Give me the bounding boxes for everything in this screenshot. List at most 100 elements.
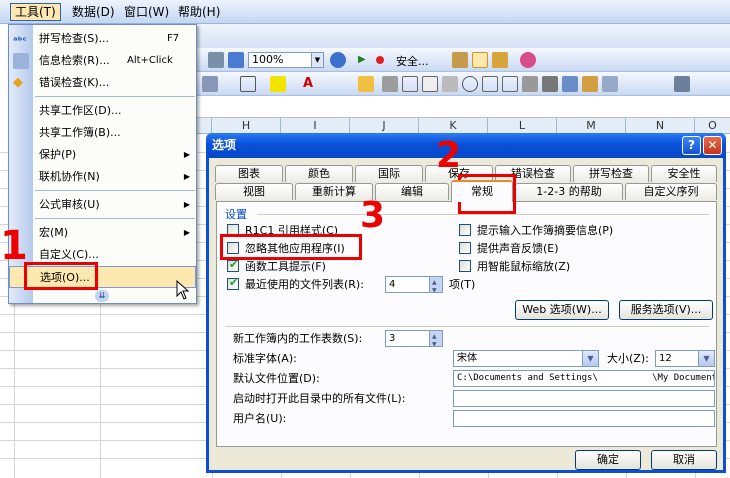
column-header-j[interactable]: J: [350, 118, 419, 134]
default-path-input[interactable]: C:\Documents and Settings\ \My Documents: [453, 370, 715, 387]
checkbox-control-icon[interactable]: [382, 76, 398, 92]
column-header-h[interactable]: H: [212, 118, 281, 134]
control-toolbox-icon[interactable]: [452, 52, 468, 68]
drawing-icon[interactable]: [228, 52, 244, 68]
scrollbar-control-icon[interactable]: [522, 76, 538, 92]
spinner-icon[interactable]: [429, 331, 442, 346]
menu-help[interactable]: 帮助(H): [174, 4, 224, 20]
option-control-icon[interactable]: [462, 76, 478, 92]
combobox-control-icon[interactable]: [502, 76, 518, 92]
menu-item-protection[interactable]: 保护(P) ▶: [9, 144, 196, 166]
zoom-value: 100%: [252, 53, 284, 66]
prompt-summary-checkbox[interactable]: [459, 224, 471, 236]
menu-window[interactable]: 窗口(W): [120, 4, 173, 20]
fill-color-icon[interactable]: [270, 76, 286, 92]
tab-lotus-help[interactable]: 1-2-3 的帮助: [515, 183, 623, 200]
sound-feedback-checkbox[interactable]: [459, 242, 471, 254]
recent-files-count[interactable]: 4: [385, 276, 443, 293]
recent-files-checkbox[interactable]: [227, 276, 239, 290]
label-control-icon[interactable]: [402, 76, 418, 92]
menu-item-label: 联机协作(N): [39, 170, 100, 183]
expand-menu-icon[interactable]: ⇊: [95, 290, 109, 302]
dialog-title: 选项: [212, 138, 237, 152]
security-button[interactable]: 安全...: [396, 53, 429, 69]
menu-item-shortcut: Alt+Click: [127, 55, 173, 66]
intellimouse-zoom-checkbox[interactable]: [459, 260, 471, 272]
column-header-i[interactable]: I: [281, 118, 350, 134]
column-header-o[interactable]: O: [695, 118, 730, 134]
menu-item-shared-workspace[interactable]: 共享工作区(D)...: [9, 100, 196, 122]
column-header-n[interactable]: N: [626, 118, 695, 134]
default-path-label: 默认文件位置(D):: [233, 372, 320, 385]
function-tooltips-checkbox[interactable]: [227, 258, 239, 272]
record-icon[interactable]: [376, 56, 384, 64]
tab-custom-lists[interactable]: 自定义序列: [625, 183, 717, 200]
chart-icon[interactable]: [208, 52, 224, 68]
button-control-icon[interactable]: [442, 76, 458, 92]
highlight-box-ignore-other-apps: [220, 234, 362, 260]
tab-color[interactable]: 颜色: [285, 165, 353, 182]
play-icon[interactable]: ▶: [358, 52, 374, 68]
menu-item-research[interactable]: 信息检索(R)... Alt+Click: [9, 50, 196, 72]
spinner-control-icon[interactable]: [542, 76, 558, 92]
properties-icon[interactable]: [562, 76, 578, 92]
close-icon[interactable]: ✕: [703, 136, 722, 155]
service-options-button[interactable]: 服务选项(V)...: [619, 300, 713, 320]
menu-item-formula-auditing[interactable]: 公式审核(U) ▶: [9, 194, 196, 216]
tab-view[interactable]: 视图: [215, 183, 293, 200]
menu-data[interactable]: 数据(D): [68, 4, 119, 20]
chevron-down-icon: ▼: [311, 53, 323, 67]
zoom-select[interactable]: 100% ▼: [248, 52, 324, 68]
standard-font-value: 宋体: [457, 353, 477, 364]
menu-item-error-check[interactable]: ◆ 错误检查(K)...: [9, 72, 196, 94]
more-controls-icon[interactable]: [674, 76, 690, 92]
tab-spelling[interactable]: 拼写检查: [573, 165, 649, 182]
ok-button[interactable]: 确定: [575, 450, 641, 470]
formula-bar[interactable]: [196, 96, 730, 118]
column-header-l[interactable]: L: [488, 118, 557, 134]
listbox-control-icon[interactable]: [482, 76, 498, 92]
menu-item-online-collaboration[interactable]: 联机协作(N) ▶: [9, 166, 196, 188]
username-input[interactable]: [453, 410, 715, 427]
web-options-button[interactable]: Web 选项(W)...: [515, 300, 609, 320]
font-size-label: 大小(Z):: [607, 352, 649, 365]
column-header-k[interactable]: K: [419, 118, 488, 134]
pencil-icon[interactable]: [358, 76, 374, 92]
menu-bar: 工具(T) 数据(D) 窗口(W) 帮助(H): [0, 0, 730, 24]
help-icon[interactable]: ?: [682, 136, 701, 155]
menu-item-spelling[interactable]: ᵃᵇᶜ 拼写检查(S)... F7: [9, 28, 196, 50]
menu-item-macro[interactable]: 宏(M) ▶: [9, 222, 196, 244]
borders-icon[interactable]: [240, 76, 256, 92]
menu-item-label: 宏(M): [39, 226, 69, 239]
function-tooltips-label: 函数工具提示(F): [245, 260, 326, 273]
sheets-count-input[interactable]: 3: [385, 330, 443, 347]
formatting-toolbar: A: [196, 72, 730, 96]
menu-tools[interactable]: 工具(T): [10, 3, 61, 21]
groupbox-control-icon[interactable]: [422, 76, 438, 92]
tab-international[interactable]: 国际: [355, 165, 423, 182]
design-mode-icon[interactable]: [492, 52, 508, 68]
indent-icon[interactable]: [202, 76, 218, 92]
submenu-arrow-icon: ▶: [183, 228, 190, 237]
grid-line: [100, 304, 101, 478]
tab-general[interactable]: 常规: [451, 180, 513, 202]
view-code-icon[interactable]: [582, 76, 598, 92]
glasses-icon[interactable]: [520, 52, 536, 68]
standard-font-select[interactable]: 宋体 ▼: [453, 350, 599, 367]
menu-item-share-workbook[interactable]: 共享工作簿(B)...: [9, 122, 196, 144]
error-check-icon: ◆: [13, 75, 23, 90]
help-icon[interactable]: [330, 52, 346, 68]
spinner-icon[interactable]: [429, 277, 442, 292]
tab-chart[interactable]: 图表: [215, 165, 283, 182]
startup-folder-input[interactable]: [453, 390, 715, 407]
font-color-icon[interactable]: A: [300, 76, 316, 92]
annotation-number-1: 1: [0, 223, 28, 269]
sound-feedback-label: 提供声音反馈(E): [477, 242, 559, 255]
tab-security[interactable]: 安全性: [651, 165, 717, 182]
column-header-m[interactable]: M: [557, 118, 626, 134]
cancel-button[interactable]: 取消: [651, 450, 717, 470]
image-control-icon[interactable]: [602, 76, 618, 92]
font-size-select[interactable]: 12 ▼: [655, 350, 715, 367]
tab-edit[interactable]: 编辑: [375, 183, 449, 200]
tools-icon[interactable]: [472, 52, 488, 68]
